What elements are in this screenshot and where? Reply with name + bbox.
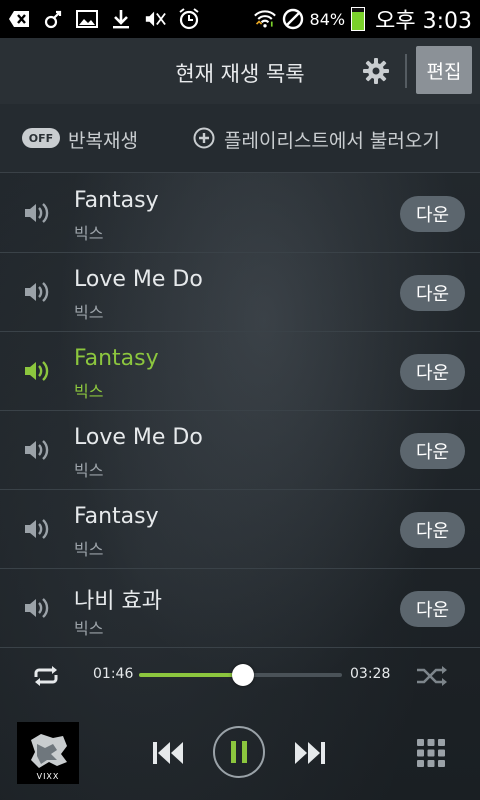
bluetooth-icon — [42, 9, 64, 29]
download-button[interactable]: 다운 — [400, 512, 465, 548]
track-artist: 빅스 — [74, 224, 104, 243]
seek-bar[interactable] — [139, 664, 342, 686]
track-title: 나비 효과 — [74, 589, 162, 614]
battery-icon — [351, 7, 366, 31]
download-button[interactable]: 다운 — [400, 354, 465, 390]
download-button[interactable]: 다운 — [400, 196, 465, 232]
repeat-toggle[interactable]: OFF — [22, 128, 60, 148]
list-item[interactable]: Fantasy 빅스 다운 — [0, 490, 480, 569]
previous-button[interactable] — [150, 738, 186, 768]
download-button[interactable]: 다운 — [400, 275, 465, 311]
image-icon — [76, 9, 98, 29]
alarm-icon — [178, 8, 200, 30]
next-button[interactable] — [292, 738, 328, 768]
speaker-playing-icon — [25, 361, 49, 381]
track-title: Love Me Do — [74, 425, 203, 450]
list-item-playing[interactable]: Fantasy 빅스 다운 — [0, 332, 480, 411]
album-art[interactable]: VIXX — [17, 722, 79, 784]
seek-bar-progress — [139, 673, 243, 677]
gear-icon[interactable] — [362, 57, 390, 85]
add-circle-icon[interactable] — [193, 127, 215, 149]
track-title: Fantasy — [74, 188, 159, 213]
edit-button[interactable]: 편집 — [416, 46, 472, 94]
speaker-icon — [25, 598, 49, 618]
list-item[interactable]: Love Me Do 빅스 다운 — [0, 253, 480, 332]
app-header: 현재 재생 목록 편집 — [0, 38, 480, 104]
player-controls: VIXX — [0, 698, 480, 800]
track-title: Love Me Do — [74, 267, 203, 292]
track-artist: 빅스 — [74, 303, 104, 322]
repeat-label[interactable]: 반복재생 — [68, 126, 138, 153]
add-box-icon — [8, 9, 30, 29]
speaker-icon — [25, 203, 49, 223]
speaker-icon — [25, 519, 49, 539]
track-artist: 빅스 — [74, 461, 104, 480]
current-time: 01:46 — [93, 666, 134, 682]
download-button[interactable]: 다운 — [400, 433, 465, 469]
options-bar: OFF 반복재생 플레이리스트에서 불러오기 — [0, 104, 480, 173]
playlist: Fantasy 빅스 다운 Love Me Do 빅스 다운 Fantasy 빅… — [0, 174, 480, 650]
list-item[interactable]: Love Me Do 빅스 다운 — [0, 411, 480, 490]
mute-icon — [144, 9, 166, 29]
download-icon — [110, 9, 132, 29]
load-from-playlist-button[interactable]: 플레이리스트에서 불러오기 — [224, 126, 440, 153]
total-time: 03:28 — [350, 666, 391, 682]
repeat-icon[interactable] — [30, 664, 62, 688]
track-artist: 빅스 — [74, 619, 104, 638]
shuffle-icon[interactable] — [415, 664, 449, 688]
download-button[interactable]: 다운 — [400, 591, 465, 627]
clock: 오후 3:03 — [375, 9, 472, 34]
album-label: VIXX — [36, 772, 60, 781]
header-divider — [405, 54, 407, 88]
grid-menu-icon[interactable] — [416, 738, 446, 768]
track-artist: 빅스 — [74, 540, 104, 559]
track-title: Fantasy — [74, 346, 159, 371]
progress-bar-area: 01:46 03:28 — [0, 652, 480, 698]
speaker-icon — [25, 440, 49, 460]
track-title: Fantasy — [74, 504, 159, 529]
battery-percent: 84% — [309, 9, 346, 29]
block-icon — [282, 8, 304, 30]
list-item[interactable]: Fantasy 빅스 다운 — [0, 174, 480, 253]
track-artist: 빅스 — [74, 382, 104, 401]
pause-icon — [231, 741, 247, 763]
list-item[interactable]: 나비 효과 빅스 다운 — [0, 569, 480, 648]
pause-button[interactable] — [213, 726, 265, 778]
wifi-icon — [253, 9, 276, 29]
page-title: 현재 재생 목록 — [175, 62, 305, 86]
status-bar: 84% 오후 3:03 — [0, 0, 480, 38]
speaker-icon — [25, 282, 49, 302]
seek-bar-handle[interactable] — [231, 664, 254, 686]
